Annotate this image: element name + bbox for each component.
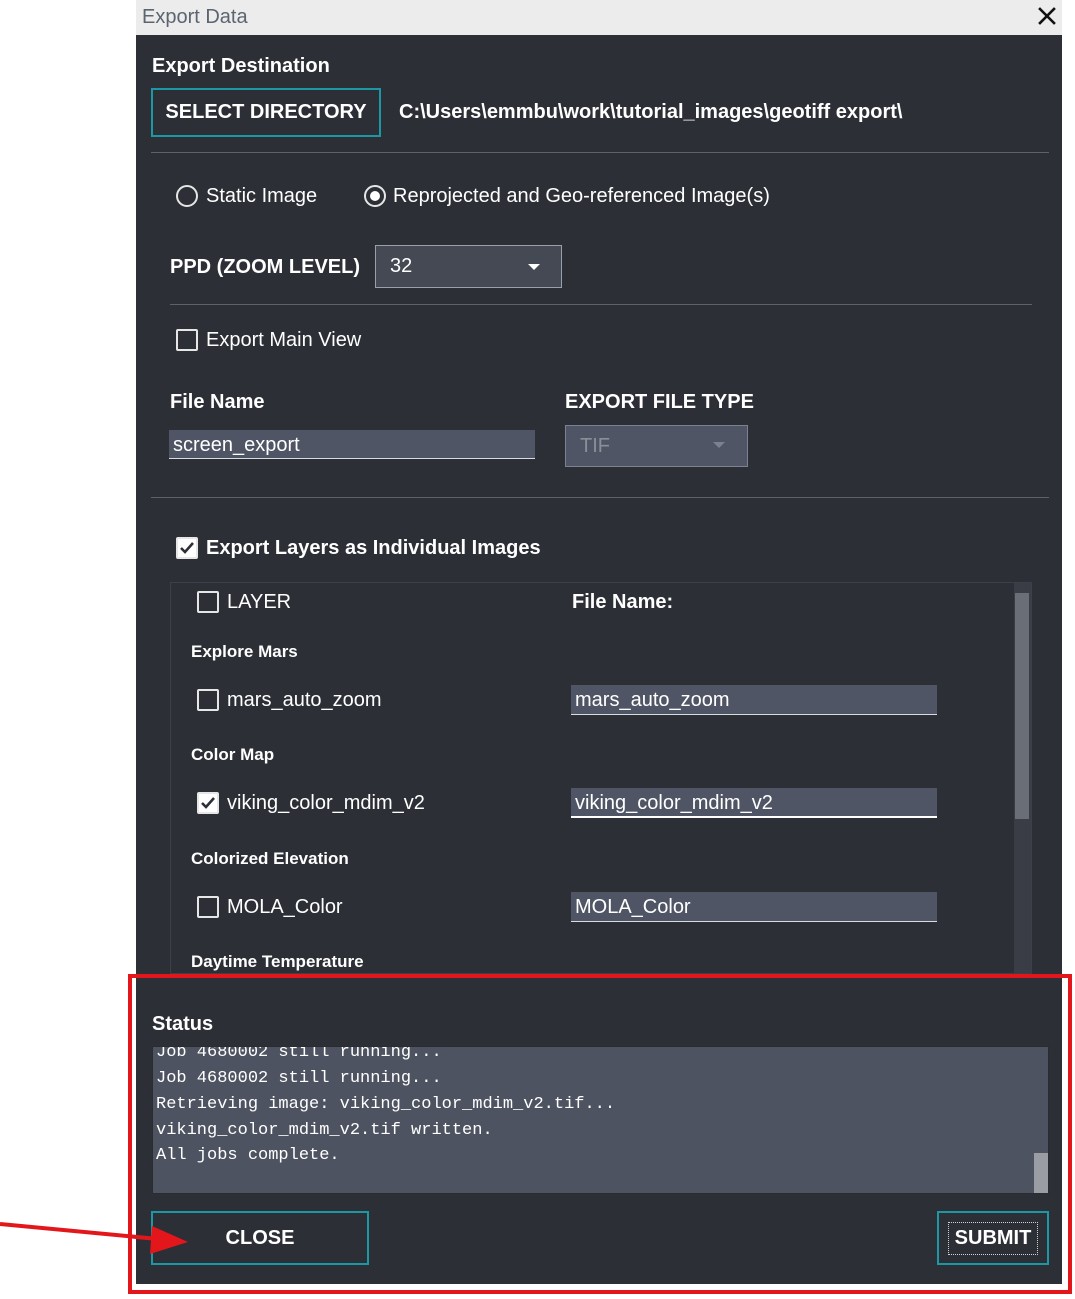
divider — [170, 304, 1032, 305]
chevron-down-icon — [713, 442, 725, 448]
export-file-type-label: EXPORT FILE TYPE — [565, 391, 754, 413]
checkmark-icon — [201, 797, 215, 809]
layer-select-all-checkbox[interactable] — [197, 591, 219, 613]
export-file-type-value: TIF — [580, 434, 610, 457]
group-label: Explore Mars — [191, 642, 298, 661]
checkmark-icon — [180, 542, 194, 554]
chevron-down-icon — [528, 264, 540, 270]
destination-path: C:\Users\emmbu\work\tutorial_images\geot… — [399, 101, 903, 123]
group-label: Color Map — [191, 745, 275, 764]
window-title: Export Data — [142, 6, 248, 28]
group-label: Daytime Temperature — [191, 952, 364, 971]
layer-filename-input[interactable]: MOLA_Color — [571, 892, 937, 922]
layer-name: MOLA_Color — [227, 896, 343, 918]
export-main-view-checkbox[interactable] — [176, 329, 198, 351]
export-destination-heading: Export Destination — [152, 55, 330, 77]
radio-static-image[interactable] — [176, 185, 198, 207]
layer-checkbox-viking-color[interactable] — [197, 792, 219, 814]
layers-scrollbar-thumb[interactable] — [1015, 593, 1029, 819]
export-layers-checkbox[interactable] — [176, 537, 198, 559]
select-directory-button[interactable]: SELECT DIRECTORY — [151, 88, 381, 137]
divider — [151, 152, 1049, 153]
close-icon[interactable] — [1035, 4, 1059, 28]
layers-scrollbar[interactable] — [1014, 583, 1031, 973]
ppd-value: 32 — [390, 255, 413, 277]
layer-checkbox-mars-auto-zoom[interactable] — [197, 689, 219, 711]
export-layers-label: Export Layers as Individual Images — [206, 537, 541, 559]
layer-name: viking_color_mdim_v2 — [227, 792, 425, 814]
layer-name: mars_auto_zoom — [227, 689, 382, 711]
file-name-input[interactable]: screen_export — [169, 430, 535, 459]
file-name-label: File Name — [170, 391, 265, 413]
layer-column-header: LAYER — [227, 591, 292, 613]
title-bar — [136, 0, 1062, 35]
annotation-arrow-icon — [0, 1222, 188, 1254]
file-name-column-header: File Name: — [572, 591, 674, 613]
layer-checkbox-mola-color[interactable] — [197, 896, 219, 918]
layers-list: LAYER File Name: Explore Mars mars_auto_… — [170, 582, 1032, 974]
divider — [151, 497, 1049, 498]
export-main-view-label: Export Main View — [206, 329, 362, 351]
ppd-label: PPD (ZOOM LEVEL) — [170, 256, 360, 278]
annotation-highlight-box — [128, 974, 1072, 1294]
radio-reprojected[interactable] — [364, 185, 386, 207]
layer-filename-input[interactable]: viking_color_mdim_v2 — [571, 788, 937, 818]
radio-reprojected-label: Reprojected and Geo-referenced Image(s) — [393, 185, 770, 207]
group-label: Colorized Elevation — [191, 849, 349, 868]
radio-static-image-label: Static Image — [206, 185, 318, 207]
layer-filename-input[interactable]: mars_auto_zoom — [571, 685, 937, 715]
